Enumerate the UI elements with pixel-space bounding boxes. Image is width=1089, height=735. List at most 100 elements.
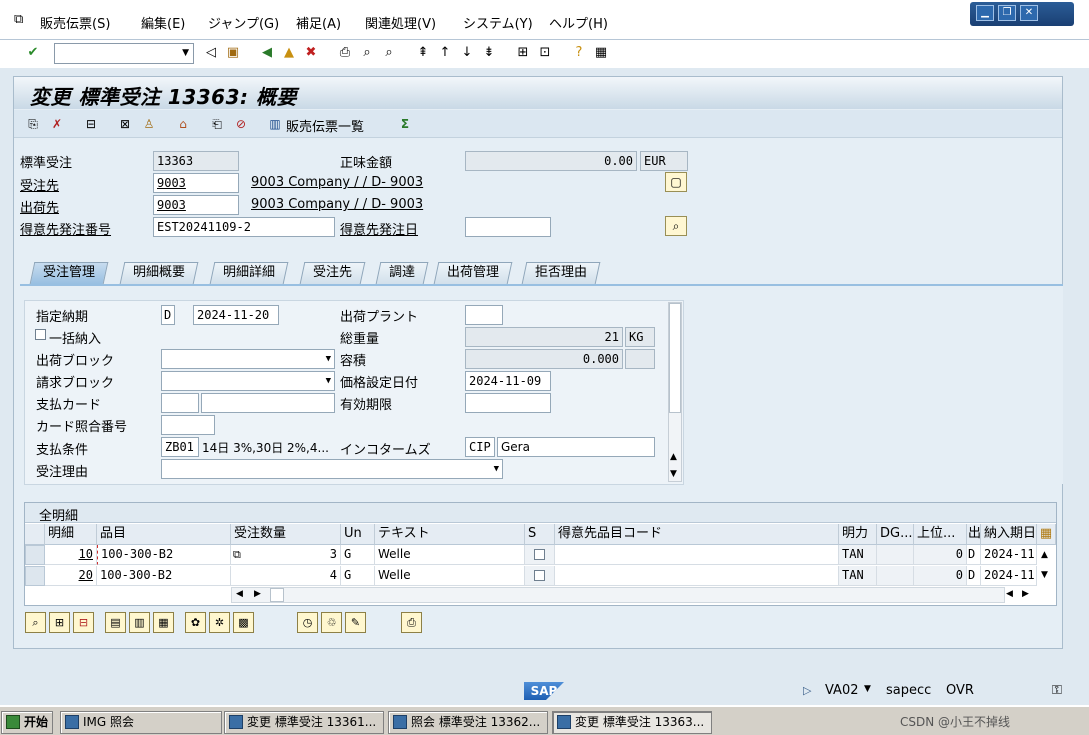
help-icon[interactable]: ? [570,44,588,62]
col-delivery-date[interactable]: 納入期日 [981,524,1037,545]
start-button[interactable]: 开始 [1,711,53,734]
row-item[interactable]: 10 [45,545,97,565]
tab-order-mgmt[interactable]: 受注管理 [29,262,109,284]
scroll-left-icon[interactable]: ◀ [236,589,243,599]
menu-icon[interactable]: ⧉ [14,12,23,27]
row-customer-material[interactable] [555,566,839,586]
exit-icon[interactable]: ▲ [280,44,298,62]
row-s-checkbox[interactable] [534,570,545,581]
req-delivery-date-field[interactable]: 2024-11-20 [193,305,279,325]
insert-row-icon[interactable]: ⊞ [49,612,70,633]
scroll-left-icon[interactable]: ◀ [1006,589,1013,599]
payment-card-type-field[interactable] [161,393,199,413]
menu-system[interactable]: システム(Y) [463,13,533,32]
scroll-right-icon[interactable]: ▶ [254,589,261,599]
save-icon[interactable]: ▣ [224,44,242,62]
select-all-icon[interactable]: ▤ [105,612,126,633]
menu-sales-doc[interactable]: 販売伝票(S) [40,13,110,32]
enter-icon[interactable]: ✔ [24,44,42,62]
row-text[interactable]: Welle [375,566,525,586]
tab-item-detail[interactable]: 明細詳細 [209,262,289,284]
cancel-icon[interactable]: ✖ [302,44,320,62]
availability-icon[interactable]: ♲ [321,612,342,633]
grid-hscrollbar[interactable] [231,587,1005,603]
col-unit[interactable]: Un [341,524,375,545]
row-selector[interactable] [25,566,45,586]
col-item[interactable]: 明細 [45,524,97,545]
scroll-right-icon[interactable]: ▶ [1022,589,1029,599]
edit-icon[interactable]: ✎ [345,612,366,633]
document-flow-icon[interactable]: ⎗ [208,115,226,133]
order-reason-select[interactable] [161,459,503,479]
incoterms-desc-field[interactable]: Gera [497,437,655,457]
chevron-down-icon[interactable]: ▼ [182,48,189,58]
document-icon[interactable]: ▢ [665,172,687,192]
tab-sold-to[interactable]: 受注先 [299,262,366,284]
row-quantity[interactable]: 3 [231,545,341,565]
col-dg[interactable]: DG... [877,524,914,545]
grid-hscroll-thumb[interactable] [270,588,284,602]
row-s-checkbox[interactable] [534,549,545,560]
req-delivery-type-field[interactable]: D [161,305,175,325]
menu-help[interactable]: ヘルプ(H) [549,13,608,32]
find-icon[interactable]: ⌕ [358,44,376,62]
minimize-icon[interactable]: ▁ [976,5,994,21]
play-icon[interactable]: ▷ [803,684,811,697]
row-material[interactable]: 100-300-B2 [97,566,231,586]
row-selector[interactable] [25,545,45,565]
grid-corner[interactable] [25,524,45,545]
scroll-up-icon[interactable]: ▲ [670,452,677,462]
row-unit[interactable]: G [341,545,375,565]
menu-jump[interactable]: ジャンプ(G) [208,13,279,32]
menu-supplement[interactable]: 補足(A) [296,13,341,32]
back-icon[interactable]: ◀ [258,44,276,62]
col-quantity[interactable]: 受注数量 [231,524,341,545]
tab-reason-rejection[interactable]: 拒否理由 [521,262,601,284]
row-dv[interactable]: D [967,545,981,565]
row-item[interactable]: 20 [45,566,97,586]
search-icon[interactable]: ⌕ [665,216,687,236]
shortcut-icon[interactable]: ⊡ [536,44,554,62]
task-change-13361[interactable]: 変更 標準受注 13361... [224,711,384,734]
task-img[interactable]: IMG 照会 [60,711,222,734]
row-date[interactable]: 2024-11 [981,566,1037,586]
row-customer-material[interactable] [555,545,839,565]
row-dv[interactable]: D [967,566,981,586]
col-material[interactable]: 品目 [97,524,231,545]
col-dv[interactable]: 出 [967,524,981,545]
sold-to-field[interactable]: 9003 [153,173,239,193]
list-icon[interactable]: ▥ [266,115,284,133]
partner-icon[interactable]: ♙ [140,115,158,133]
copy-icon[interactable]: ⧉ [233,548,241,562]
task-change-13363[interactable]: 変更 標準受注 13363... [552,711,712,734]
prev-page-icon[interactable]: ↑ [436,44,454,62]
sold-to-desc[interactable]: 9003 Company / / D- 9003 [251,175,423,190]
task-display-13362[interactable]: 照会 標準受注 13362... [388,711,548,734]
col-item-category[interactable]: 明力 [839,524,877,545]
new-session-icon[interactable]: ⊞ [514,44,532,62]
row-unit[interactable]: G [341,566,375,586]
column-settings-icon[interactable]: ▦ [1037,524,1056,545]
ship-to-label[interactable]: 出荷先 [20,197,59,216]
ship-to-field[interactable]: 9003 [153,195,239,215]
ship-to-desc[interactable]: 9003 Company / / D- 9003 [251,197,423,212]
card-verif-field[interactable] [161,415,215,435]
menu-related[interactable]: 関連処理(V) [365,13,436,32]
row-text[interactable]: Welle [375,545,525,565]
complete-delivery-checkbox[interactable] [35,329,46,340]
display-doc-icon[interactable]: ⎘ [24,115,42,133]
print-icon[interactable]: ⎙ [336,44,354,62]
payment-terms-field[interactable]: ZB01 [161,437,199,457]
pricing-date-field[interactable]: 2024-11-09 [465,371,551,391]
po-number-field[interactable]: EST20241109-2 [153,217,335,237]
command-field[interactable]: ▼ [54,43,194,64]
col-text[interactable]: テキスト [375,524,525,545]
select-block-icon[interactable]: ▥ [129,612,150,633]
row-date[interactable]: 2024-11 [981,545,1037,565]
delete-icon[interactable]: ✗ [48,115,66,133]
form-scroll-thumb[interactable] [669,303,681,413]
first-page-icon[interactable]: ⇞ [414,44,432,62]
col-s[interactable]: S [525,524,555,545]
po-date-label[interactable]: 得意先発注日 [340,219,418,238]
tab-procurement[interactable]: 調達 [375,262,429,284]
